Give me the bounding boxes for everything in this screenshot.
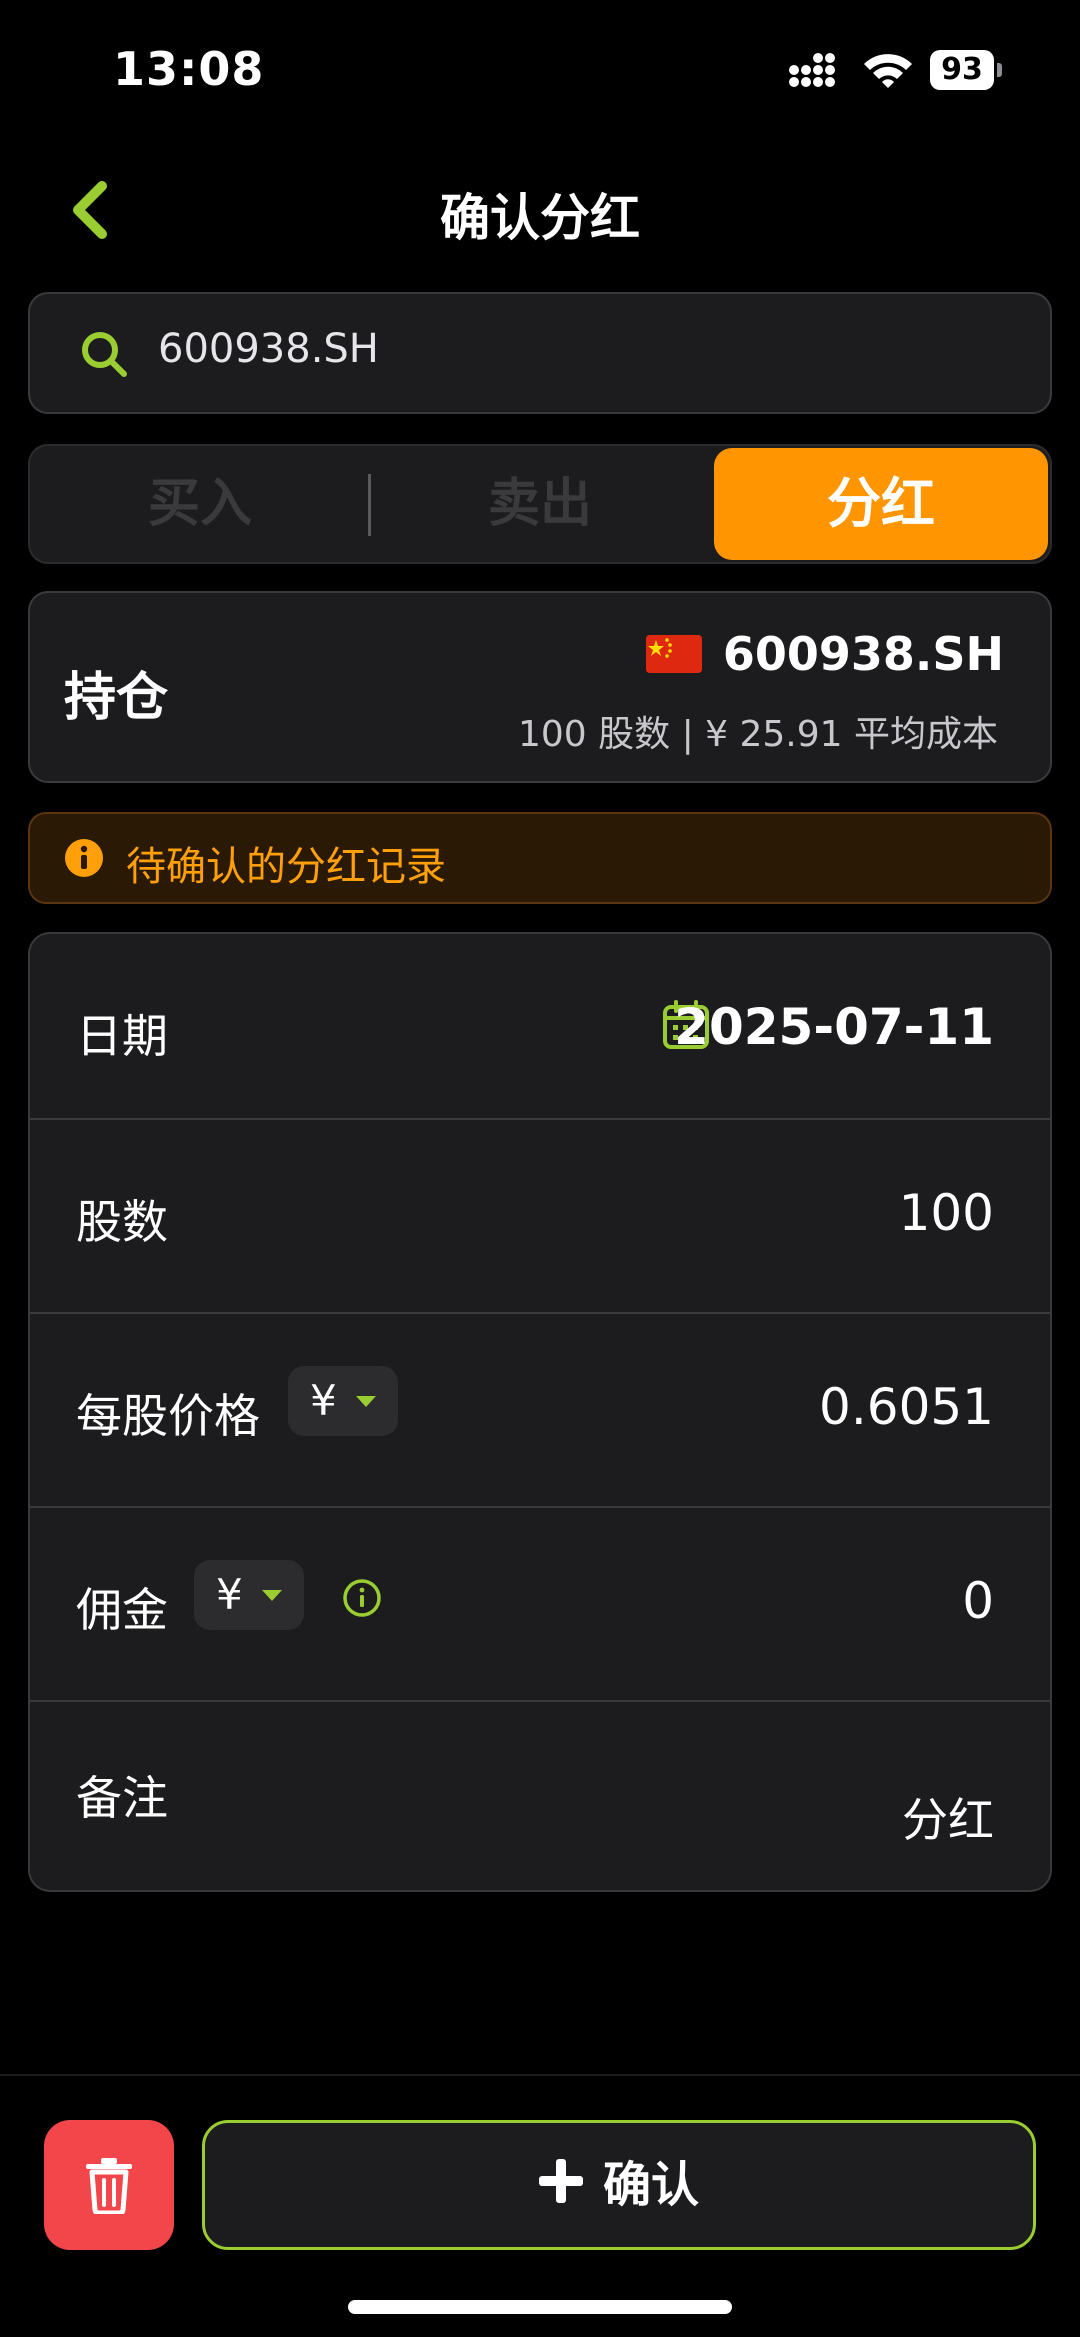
tab-dividend[interactable]: 分红 xyxy=(714,448,1048,560)
date-value: 2025-07-11 xyxy=(674,998,994,1056)
note-input[interactable]: 分红 xyxy=(902,1784,994,1850)
caret-down-icon xyxy=(262,1590,282,1601)
home-indicator[interactable] xyxy=(348,2300,732,2314)
tab-sell[interactable]: 卖出 xyxy=(370,446,710,562)
search-value: 600938.SH xyxy=(158,326,379,372)
price-currency-symbol: ¥ xyxy=(310,1376,337,1425)
commission-info-icon[interactable] xyxy=(342,1578,382,1618)
page-title: 确认分红 xyxy=(440,189,640,247)
shares-label: 股数 xyxy=(76,1195,168,1249)
price-label: 每股价格 xyxy=(76,1389,260,1443)
note-row[interactable]: 备注 分红 xyxy=(30,1700,1050,1890)
cellular-signal-icon xyxy=(789,53,835,87)
transaction-type-tabs: 买入 卖出 分红 xyxy=(28,444,1052,564)
battery-icon: 93 xyxy=(930,50,1002,90)
delete-button[interactable] xyxy=(44,2120,174,2250)
position-card: 持仓 600938.SH 100 股数 | ¥ 25.91 平均成本 xyxy=(28,591,1052,783)
commission-input[interactable]: 0 xyxy=(962,1572,994,1630)
pending-notice-text: 待确认的分红记录 xyxy=(126,844,446,890)
commission-currency-select[interactable]: ¥ xyxy=(194,1560,304,1630)
confirm-button[interactable]: 确认 xyxy=(202,2120,1036,2250)
china-flag-icon xyxy=(646,635,702,673)
shares-input[interactable]: 100 xyxy=(899,1184,994,1242)
position-label: 持仓 xyxy=(64,668,169,728)
date-label: 日期 xyxy=(76,1009,168,1063)
confirm-label: 确认 xyxy=(602,2157,699,2213)
plus-icon xyxy=(538,2159,583,2203)
commission-row[interactable]: 佣金 ¥ 0 xyxy=(30,1506,1050,1700)
status-time: 13:08 xyxy=(113,42,265,96)
pending-notice: 待确认的分红记录 xyxy=(28,812,1052,904)
bottom-divider xyxy=(0,2074,1080,2076)
note-label: 备注 xyxy=(76,1771,168,1825)
commission-label: 佣金 xyxy=(76,1583,168,1637)
position-summary: 100 股数 | ¥ 25.91 平均成本 xyxy=(517,714,998,755)
info-icon xyxy=(65,839,103,877)
commission-currency-symbol: ¥ xyxy=(216,1570,243,1619)
date-row[interactable]: 日期 2025-07-11 xyxy=(30,934,1050,1126)
price-currency-select[interactable]: ¥ xyxy=(288,1366,398,1436)
search-input[interactable]: 600938.SH xyxy=(28,292,1052,414)
shares-row[interactable]: 股数 100 xyxy=(30,1118,1050,1312)
dividend-form: 日期 2025-07-11 股数 100 每股价格 ¥ 0.6051 佣金 ¥ xyxy=(28,932,1052,1892)
price-row[interactable]: 每股价格 ¥ 0.6051 xyxy=(30,1312,1050,1506)
battery-level: 93 xyxy=(930,50,994,90)
search-icon xyxy=(82,332,127,377)
price-input[interactable]: 0.6051 xyxy=(819,1378,994,1436)
caret-down-icon xyxy=(356,1396,376,1407)
wifi-icon xyxy=(864,54,912,88)
position-ticker: 600938.SH xyxy=(722,627,1004,681)
tab-buy[interactable]: 买入 xyxy=(30,446,370,562)
trash-icon xyxy=(86,2158,132,2214)
